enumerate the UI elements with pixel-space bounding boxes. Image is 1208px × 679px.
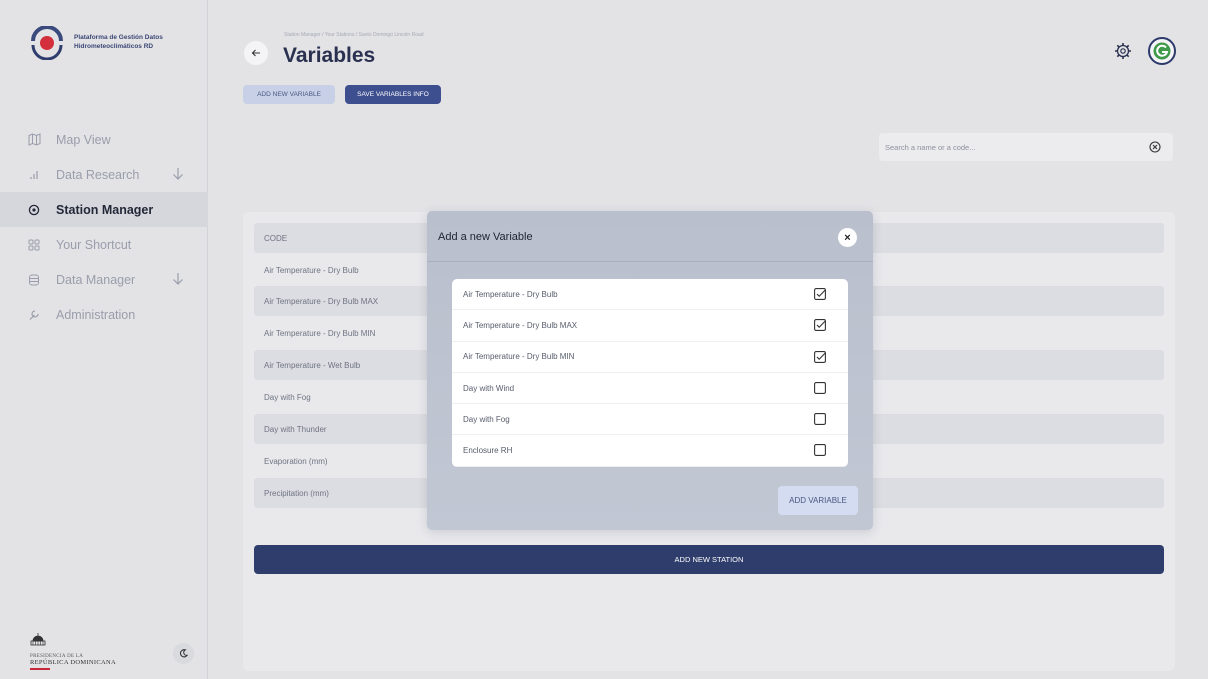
add-variable-modal: Add a new Variable × Air Temperature - D… [427,211,873,530]
presidency-logo: PRESIDENCIA DE LA REPÚBLICA DOMINICANA [30,633,116,670]
sidebar-item-label: Data Research [56,167,140,182]
sidebar-item-station-manager[interactable]: Station Manager [0,192,208,227]
sidebar-item-label: Data Manager [56,272,136,287]
modal-divider [427,261,873,262]
presidency-text: PRESIDENCIA DE LA REPÚBLICA DOMINICANA [30,654,116,666]
variable-option[interactable]: Air Temperature - Dry Bulb [452,279,848,311]
sidebar: Plataforma de Gestión Datos Hidrometeocl… [0,0,208,679]
variable-option-label: Air Temperature - Dry Bulb MIN [463,352,575,362]
user-avatar[interactable] [1148,37,1176,65]
add-variable-submit-button[interactable]: ADD VARIABLE [778,486,858,515]
variable-option-label: Day with Fog [463,414,510,424]
logo-line-1: Plataforma de Gestión Datos [74,34,163,42]
sidebar-item-label: Station Manager [56,202,154,217]
location-pin-icon [27,203,41,217]
clear-search-icon[interactable] [1149,141,1161,153]
back-button[interactable] [244,41,268,65]
variable-option-label: Air Temperature - Dry Bulb [463,289,558,299]
variable-option[interactable]: Enclosure RH [452,435,848,467]
grid-icon [27,238,41,252]
variable-option[interactable]: Air Temperature - Dry Bulb MIN [452,342,848,373]
checkbox-checked-icon[interactable] [814,350,826,363]
footer-line-2: REPÚBLICA DOMINICANA [30,659,116,666]
bar-chart-icon [27,168,41,182]
sidebar-item-your-shortcut[interactable]: Your Shortcut [0,227,208,262]
arrow-down-icon[interactable] [172,272,184,286]
page-title: Variables [283,44,376,67]
modal-title: Add a new Variable [438,231,533,243]
variable-option[interactable]: Air Temperature - Dry Bulb MAX [452,310,848,342]
sidebar-item-administration[interactable]: Administration [0,297,208,332]
checkbox-unchecked-icon[interactable] [814,413,826,426]
gear-icon[interactable] [1114,42,1132,60]
breadcrumb[interactable]: Station Manager / Your Stations / Santo … [284,32,424,38]
sidebar-item-data-research[interactable]: Data Research [0,157,208,192]
checkbox-unchecked-icon[interactable] [814,381,826,394]
search-box [879,133,1173,161]
variable-options-list: Air Temperature - Dry Bulb Air Temperatu… [452,279,848,467]
checkbox-checked-icon[interactable] [814,319,826,332]
checkbox-checked-icon[interactable] [814,288,826,300]
add-new-variable-button[interactable]: ADD NEW VARIABLE [243,85,335,104]
sidebar-item-label: Your Shortcut [56,237,132,252]
sidebar-item-data-manager[interactable]: Data Manager [0,262,208,297]
flag-stripe [30,668,50,670]
add-new-station-button[interactable]: ADD NEW STATION [254,545,1164,574]
variable-option-label: Day with Wind [463,383,515,393]
theme-toggle-button[interactable] [173,643,194,664]
variable-option-label: Enclosure RH [463,446,513,456]
arrow-left-icon [251,49,260,57]
arrow-down-icon[interactable] [172,167,184,181]
sidebar-item-label: Map View [56,132,111,147]
database-icon [27,273,41,287]
moon-icon [179,649,188,658]
wrench-icon [27,308,41,322]
save-variables-button[interactable]: SAVE VARIABLES INFO [345,85,441,104]
search-input[interactable] [885,138,1135,156]
close-icon: × [844,231,851,244]
variable-option[interactable]: Day with Fog [452,404,848,436]
avatar-logo-icon [1153,42,1171,60]
variable-option[interactable]: Day with Wind [452,373,848,405]
app-logo[interactable]: Plataforma de Gestión Datos Hidrometeocl… [30,26,163,60]
sidebar-item-label: Administration [56,307,136,322]
map-icon [27,133,41,147]
sidebar-item-map-view[interactable]: Map View [0,122,208,157]
logo-icon [31,26,63,60]
variable-option-label: Air Temperature - Dry Bulb MAX [463,320,578,330]
modal-close-button[interactable]: × [838,228,857,247]
presidency-seal-icon [30,633,46,646]
sidebar-nav: Map View Data Research Station Manager Y… [0,122,208,332]
logo-text: Plataforma de Gestión Datos Hidrometeocl… [74,34,163,52]
logo-line-2: Hidrometeoclimáticos RD [74,43,154,50]
checkbox-unchecked-icon[interactable] [814,444,826,457]
